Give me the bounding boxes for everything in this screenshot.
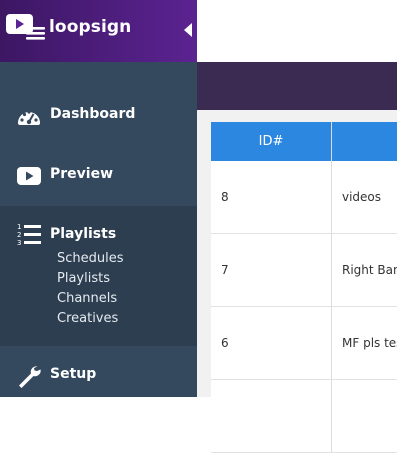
logo-icon	[6, 14, 46, 44]
speedometer-icon	[17, 104, 41, 128]
cell-id: 8	[211, 161, 332, 234]
column-header-id[interactable]: ID#	[211, 122, 332, 161]
column-header-name[interactable]	[332, 122, 397, 161]
cell-name: MF pls tes	[332, 307, 397, 380]
top-bar	[197, 0, 397, 62]
svg-text:3: 3	[17, 239, 21, 246]
svg-text:1: 1	[17, 223, 21, 231]
main-content: ID# 8 videos 7 Right Ban 6 MF pls tes	[197, 110, 397, 397]
svg-text:2: 2	[17, 231, 21, 239]
sidebar: loopsign Dashboard Preview 1 2 3	[0, 0, 197, 397]
cell-name: Right Ban	[332, 234, 397, 307]
nav-label-setup: Setup	[50, 366, 96, 382]
cell-name: videos	[332, 161, 397, 234]
nav-label-playlists: Playlists	[50, 226, 116, 242]
table-row[interactable]	[211, 380, 397, 453]
table-row[interactable]: 8 videos	[211, 161, 397, 234]
nav-item-setup[interactable]: Setup	[0, 346, 197, 397]
brand-header: loopsign	[0, 0, 197, 62]
table-row[interactable]: 6 MF pls tes	[211, 307, 397, 380]
numbered-list-icon: 1 2 3	[17, 222, 41, 246]
page-header-bar	[197, 62, 397, 110]
nav-label-dashboard: Dashboard	[50, 106, 135, 122]
submenu-channels[interactable]: Channels	[57, 291, 117, 306]
submenu-playlists[interactable]: Playlists	[57, 271, 110, 286]
table-row[interactable]: 7 Right Ban	[211, 234, 397, 307]
nav-item-playlists[interactable]: 1 2 3 Playlists Schedules Playlists Chan…	[0, 206, 197, 346]
cell-id: 7	[211, 234, 332, 307]
cell-name	[332, 380, 397, 453]
table-header-row: ID#	[211, 122, 397, 161]
cell-id: 6	[211, 307, 332, 380]
data-table: ID# 8 videos 7 Right Ban 6 MF pls tes	[211, 122, 397, 453]
brand-name: loopsign	[49, 17, 131, 37]
submenu-creatives[interactable]: Creatives	[57, 311, 118, 326]
wrench-icon	[17, 364, 41, 388]
nav-label-preview: Preview	[50, 166, 113, 182]
nav-item-dashboard[interactable]: Dashboard	[0, 86, 197, 146]
collapse-sidebar-icon[interactable]	[184, 23, 192, 37]
nav-item-preview[interactable]: Preview	[0, 146, 197, 206]
submenu-schedules[interactable]: Schedules	[57, 251, 124, 266]
cell-id	[211, 380, 332, 453]
play-icon	[17, 164, 41, 188]
